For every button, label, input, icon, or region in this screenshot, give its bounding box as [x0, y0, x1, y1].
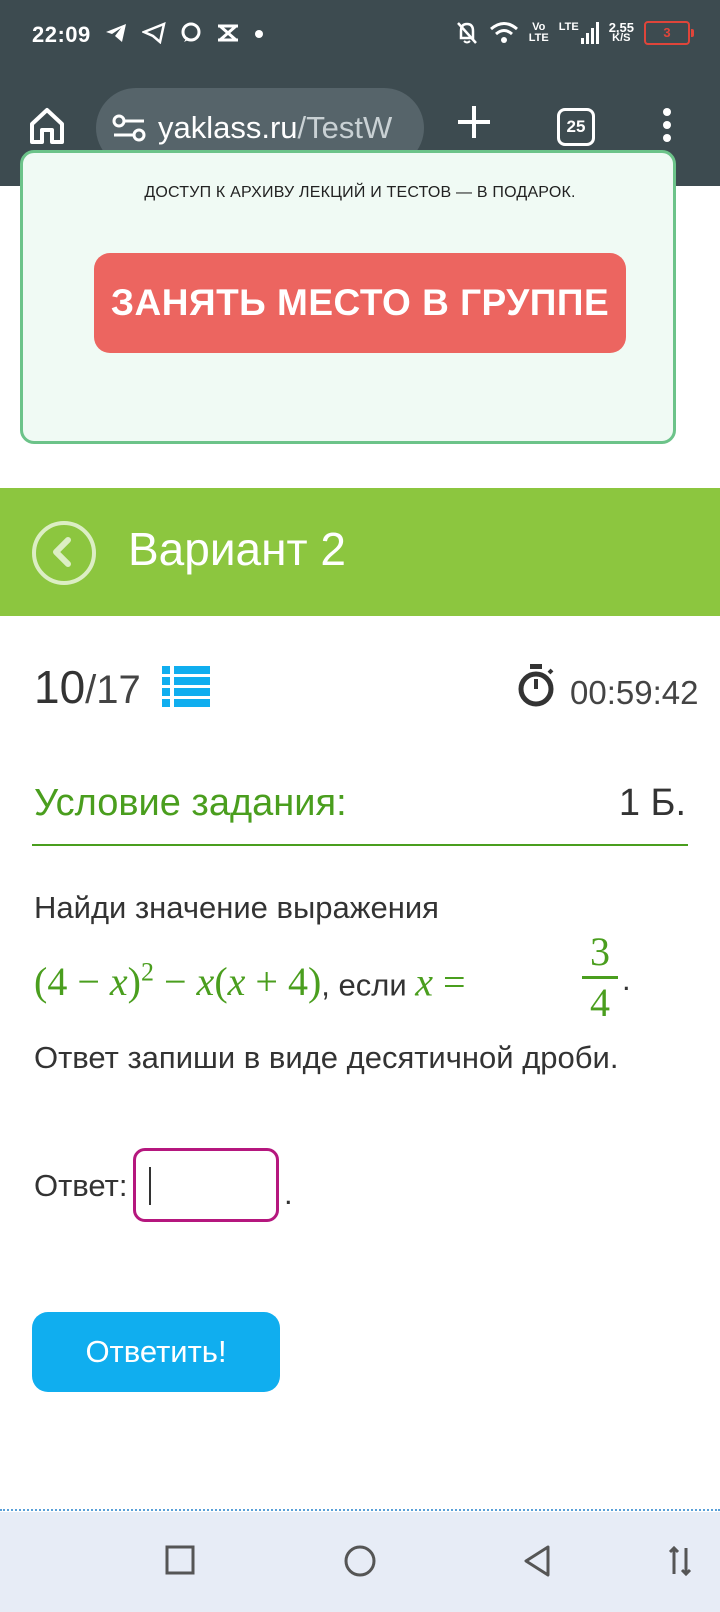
plus-icon — [458, 106, 490, 138]
tab-switcher-button[interactable]: 25 — [557, 108, 595, 146]
rotate-icon[interactable] — [668, 1544, 692, 1578]
fraction-denominator: 4 — [590, 980, 610, 1025]
task-heading: Условие задания: — [34, 782, 347, 824]
notification-icons — [104, 22, 264, 44]
system-nav-bar — [0, 1512, 720, 1612]
task-score: 1 Б. — [618, 782, 686, 824]
answer-instruction: Ответ запиши в виде десятичной дроби. — [34, 1040, 619, 1075]
status-bar: 22:09 Vo LTE LTE 2,55 K/S 3 — [0, 0, 720, 72]
telegram-icon — [106, 24, 126, 42]
chevron-left-icon — [53, 537, 71, 567]
promo-text: ДОСТУП К АРХИВУ ЛЕКЦИЙ И ТЕСТОВ — В ПОДА… — [144, 184, 576, 201]
url-path: /TestW — [297, 110, 393, 145]
answer-trailing-dot: . — [284, 1176, 293, 1211]
url-text: yaklass.ru/TestW — [158, 110, 392, 146]
triangle-back-icon[interactable] — [522, 1544, 554, 1578]
more-vert-icon — [663, 108, 671, 142]
new-tab-button[interactable] — [456, 104, 492, 145]
answer-input[interactable] — [133, 1148, 279, 1222]
condition-text: , если — [321, 967, 416, 1003]
battery-indicator: 3 — [644, 21, 694, 45]
task-divider — [32, 844, 688, 846]
home-button[interactable] — [28, 106, 66, 151]
lte-label: LTE — [558, 21, 579, 33]
question-text: Найди значение выражения — [34, 890, 439, 925]
capcut-icon — [218, 24, 238, 42]
math-expression: (4 − x)2 − x(x + 4) — [34, 958, 322, 1005]
home-icon — [30, 108, 64, 144]
submit-answer-button[interactable]: Ответить! — [32, 1312, 280, 1392]
signal-bars-icon — [580, 22, 599, 44]
math-end-dot: . — [622, 962, 631, 997]
stopwatch-icon — [518, 664, 554, 707]
site-settings-icon[interactable] — [112, 114, 146, 142]
fraction-bar — [582, 976, 618, 979]
chat-bubble-icon — [181, 22, 201, 42]
question-list-button[interactable] — [162, 664, 210, 713]
signal-group: LTE — [559, 22, 599, 44]
math-variable: x = — [415, 959, 466, 1005]
square-icon[interactable] — [164, 1544, 196, 1576]
join-group-button[interactable]: ЗАНЯТЬ МЕСТО В ГРУППЕ — [94, 253, 626, 353]
variant-title: Вариант 2 — [128, 523, 346, 575]
wifi-icon — [489, 22, 518, 43]
browser-menu-button[interactable] — [662, 108, 672, 147]
question-total: /17 — [85, 668, 141, 712]
variant-header: Вариант 2 — [0, 488, 720, 616]
list-icon — [162, 666, 210, 707]
question-counter: 10/17 — [34, 660, 141, 714]
dotted-divider — [0, 1509, 720, 1511]
bell-muted-icon — [456, 22, 477, 44]
telegram-alt-icon — [142, 22, 166, 44]
answer-label: Ответ: — [34, 1168, 128, 1203]
status-time: 22:09 — [32, 22, 91, 47]
network-speed: 2,55 K/S — [608, 20, 634, 44]
volte-badge: Vo LTE — [528, 21, 549, 44]
question-current: 10 — [34, 661, 86, 713]
url-host: yaklass.ru — [158, 110, 298, 145]
timer-text: 00:59:42 — [570, 674, 699, 711]
fraction: 3 4 — [582, 930, 618, 1025]
fraction-numerator: 3 — [590, 929, 610, 974]
circle-icon[interactable] — [343, 1544, 377, 1578]
status-indicators: Vo LTE LTE 2,55 K/S 3 — [455, 20, 694, 46]
back-button[interactable] — [32, 521, 96, 585]
text-caret — [149, 1167, 151, 1205]
dot-icon — [255, 30, 263, 38]
